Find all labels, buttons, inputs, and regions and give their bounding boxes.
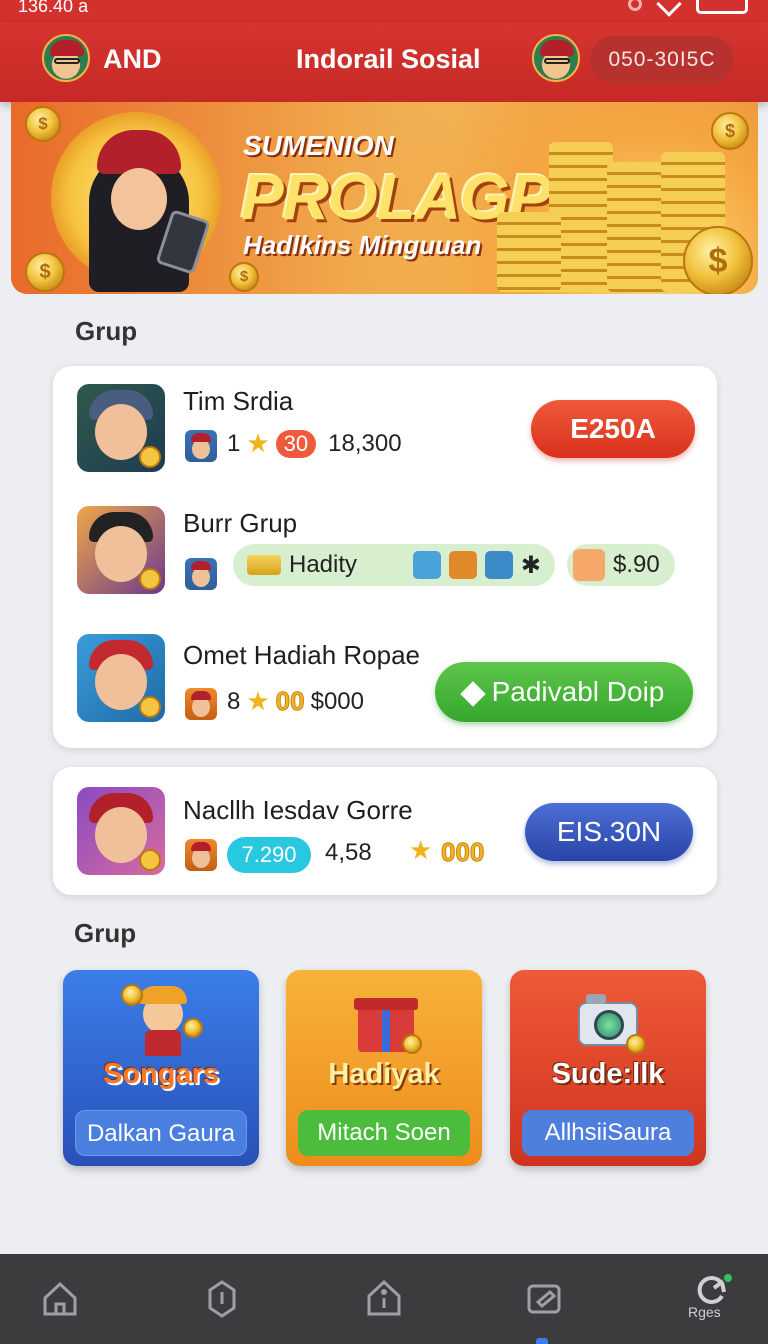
group-score: 18,300 — [328, 429, 402, 457]
status-bar: 136.40 a — [0, 0, 768, 22]
group-thumbnail[interactable] — [77, 634, 165, 722]
bottom-nav — [0, 1254, 768, 1344]
star-icon: ★ — [246, 686, 270, 716]
user-id-pill[interactable]: 050-30I5C — [590, 36, 734, 84]
group-meta: 1 ★ 30 18,300 — [227, 428, 402, 459]
group-thumbnail[interactable] — [77, 384, 165, 472]
info-icon[interactable] — [362, 1276, 406, 1320]
box-icon — [448, 551, 477, 579]
gold-coins: 000 — [440, 837, 485, 868]
edit-icon[interactable] — [522, 1276, 566, 1320]
home-icon[interactable] — [38, 1276, 82, 1320]
banner-line1: SUMENION — [243, 130, 394, 161]
reward-chip-label: Hadity — [289, 551, 358, 578]
section-title-groups-2: Grup — [74, 918, 137, 948]
group-thumbnail[interactable] — [77, 506, 165, 594]
battery-icon — [696, 0, 748, 14]
group-value: $000 — [310, 687, 364, 715]
price-chip[interactable]: $.90 — [567, 544, 675, 586]
group-title[interactable]: Tim Srdia — [183, 386, 293, 417]
star-icon: ★ — [409, 835, 433, 865]
wifi-icon — [656, 0, 682, 17]
tile-title: Songars — [102, 1058, 220, 1090]
map-icon — [484, 551, 513, 579]
diamond-icon — [459, 680, 486, 707]
coin-icon: $ — [25, 252, 65, 292]
member-avatar — [185, 688, 217, 720]
avatar-icon — [573, 549, 605, 581]
group-title[interactable]: Omet Hadiah Ropae — [183, 640, 420, 671]
price-label: $.90 — [613, 551, 660, 578]
app-header: AND Indorail Sosial 050-30I5C — [0, 22, 768, 102]
tile-sudeilk[interactable]: Sude:llk AllhsiiSaura — [510, 970, 706, 1166]
star-icon: ★ — [246, 428, 270, 458]
featured-action-button[interactable]: EIS.30N — [525, 803, 693, 861]
tile-songars[interactable]: Songars Dalkan Gaura — [63, 970, 259, 1166]
notification-dot — [722, 1272, 734, 1284]
coin-icon: $ — [683, 226, 753, 294]
section-title-groups: Grup — [75, 316, 138, 346]
brand-label: AND — [103, 44, 162, 74]
reward-chip[interactable]: Hadity ✱ — [233, 544, 555, 586]
tag-icon[interactable] — [200, 1276, 244, 1320]
gift-box-icon — [352, 984, 422, 1054]
tile-title: Hadiyak — [328, 1058, 440, 1090]
featured-badge: 7.290 — [227, 837, 311, 873]
promo-banner[interactable]: SUMENION PROLAGP!! Hadlkins Minguuan $ $… — [11, 102, 758, 294]
nav-label[interactable]: Rges — [688, 1304, 721, 1320]
status-time: 136.40 a — [18, 0, 89, 16]
nav-indicator — [536, 1338, 548, 1344]
spark-icon: ✱ — [520, 551, 541, 579]
member-count: 1 — [227, 429, 241, 457]
page-title: Indorail Sosial — [296, 44, 481, 74]
group-meta: 8 ★ 00 $000 — [227, 686, 364, 717]
record-icon — [628, 0, 642, 11]
banner-character — [89, 122, 211, 292]
tile-title: Sude:llk — [551, 1058, 665, 1090]
member-count: 8 — [227, 687, 241, 715]
coin-stack — [497, 212, 561, 292]
gift-icon — [412, 551, 441, 579]
group-action-button[interactable]: E250A — [531, 400, 695, 458]
group-title[interactable]: Burr Grup — [183, 508, 297, 539]
group-list-card: Tim Srdia 1 ★ 30 18,300 E250A Burr Grup … — [53, 366, 717, 748]
gold-bar-icon — [247, 555, 281, 575]
status-icons — [628, 0, 748, 17]
character-icon — [121, 984, 203, 1056]
user-avatar[interactable] — [42, 34, 90, 82]
group-action-button[interactable]: Padivabl Doip — [435, 662, 693, 722]
tile-button[interactable]: Dalkan Gaura — [75, 1110, 247, 1156]
count-badge: 30 — [275, 429, 317, 458]
featured-game-card[interactable]: Nacllh Iesdav Gorre 7.290 4,58 ★ 000 EIS… — [53, 767, 717, 895]
gold-coins: 00 — [275, 686, 305, 717]
camera-icon — [576, 984, 646, 1054]
coin-icon: $ — [711, 112, 749, 150]
tile-button[interactable]: Mitach Soen — [298, 1110, 470, 1156]
profile-avatar[interactable] — [532, 34, 580, 82]
member-avatar — [185, 430, 217, 462]
member-avatar — [185, 558, 217, 590]
tile-button[interactable]: AllhsiiSaura — [522, 1110, 694, 1156]
coin-icon: $ — [25, 106, 61, 142]
featured-title: Nacllh Iesdav Gorre — [183, 795, 413, 825]
tile-hadiyak[interactable]: Hadiyak Mitach Soen — [286, 970, 482, 1166]
featured-value: 4,58 — [325, 839, 372, 866]
coin-icon: $ — [229, 262, 259, 292]
member-avatar — [185, 839, 217, 871]
banner-subline: Hadlkins Minguuan — [243, 230, 482, 260]
featured-thumbnail — [77, 787, 165, 875]
